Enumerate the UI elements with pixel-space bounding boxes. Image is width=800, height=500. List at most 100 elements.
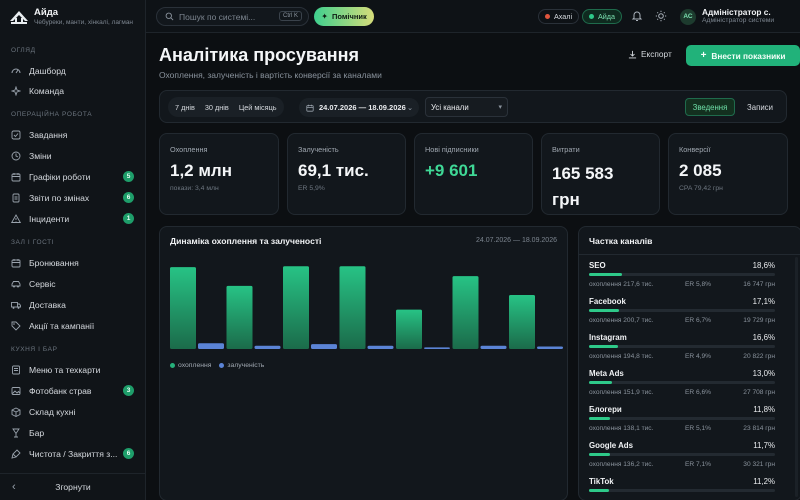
- tag-icon: [11, 321, 21, 331]
- sidebar-item-cleaning[interactable]: Чистота / Закриття з... 6: [0, 444, 146, 463]
- scrollbar[interactable]: [795, 257, 798, 497]
- sidebar-item-label: Дашборд: [29, 65, 66, 76]
- channel-reach: охоплення 200,7 тис.: [589, 317, 654, 324]
- sidebar-item-incidents[interactable]: Інциденти 1: [0, 209, 146, 228]
- assistant-button[interactable]: ✦ Помічник: [314, 7, 374, 26]
- sparkle-icon: [11, 85, 21, 96]
- bar-reach[interactable]: [509, 294, 535, 349]
- channel-row[interactable]: Google Ads 11,7% охоплення 136,2 тис. ER 7,…: [589, 441, 775, 477]
- sun-icon[interactable]: [655, 10, 667, 22]
- page-title: Аналітика просування: [159, 45, 359, 65]
- kpi-card-reach: Охоплення 1,2 млн покази: 3,4 млн: [159, 133, 279, 215]
- kpi-label: Нові підписники: [425, 145, 479, 154]
- count-badge: 1: [123, 213, 134, 224]
- channel-reach: охоплення 138,1 тис.: [589, 425, 654, 432]
- bell-icon[interactable]: [631, 10, 643, 22]
- sidebar-item-bookings[interactable]: Бронювання: [0, 253, 146, 272]
- filter-bar: 7 днів 30 днів Цей місяць 24.07.2026 — 1…: [159, 90, 787, 123]
- bar-engagement[interactable]: [198, 343, 224, 349]
- share-bar-fill: [589, 453, 610, 456]
- sidebar-item-label: Доставка: [29, 299, 66, 310]
- channel-row[interactable]: SEO 18,6% охоплення 217,6 тис. ER 5,8% 16 74…: [589, 261, 775, 297]
- divider: [579, 254, 800, 255]
- bar-reach[interactable]: [452, 276, 479, 349]
- period-selector: 7 днів 30 днів Цей місяць: [168, 97, 284, 117]
- add-metrics-button[interactable]: + Внести показники: [686, 45, 800, 66]
- kpi-subtext: ER 5,9%: [298, 185, 325, 192]
- sidebar-item-service[interactable]: Сервіс: [0, 274, 146, 293]
- date-range-picker[interactable]: 24.07.2026 — 18.09.2026 ⌄: [299, 98, 419, 117]
- bar-engagement[interactable]: [367, 345, 394, 349]
- section-overview: ОГЛЯД: [11, 47, 36, 54]
- plus-icon: +: [700, 50, 707, 61]
- bar-engagement[interactable]: [480, 345, 507, 349]
- channel-row[interactable]: Блогери 11,8% охоплення 138,1 тис. ER 5,1% 2…: [589, 405, 775, 441]
- sidebar-item-team[interactable]: Команда: [0, 81, 146, 100]
- bar-engagement[interactable]: [311, 344, 337, 349]
- channel-reach: охоплення 136,2 тис.: [589, 461, 654, 468]
- bar-engagement[interactable]: [424, 347, 450, 349]
- period-7-days[interactable]: 7 днів: [170, 99, 200, 115]
- share-bar-track: [589, 273, 775, 276]
- kpi-card-new-subscribers: Нові підписники +9 601: [414, 133, 533, 215]
- kpi-card-conversions: Конверсії 2 085 CPA 79,42 грн: [668, 133, 788, 215]
- main-content: Аналітика просування Охоплення, залучені…: [146, 33, 800, 500]
- period-this-month[interactable]: Цей місяць: [234, 99, 282, 115]
- bar-reach[interactable]: [283, 266, 309, 349]
- share-bar-track: [589, 489, 775, 492]
- channel-percent: 18,6%: [752, 261, 775, 270]
- channel-name: Блогери: [589, 405, 622, 414]
- sidebar-item-label: Інциденти: [29, 213, 70, 224]
- channel-share-title: Частка каналів: [589, 236, 653, 246]
- sidebar-item-menu[interactable]: Меню та техкарти: [0, 360, 146, 379]
- sidebar-item-schedules[interactable]: Графіки роботи 5: [0, 167, 146, 186]
- bar-reach[interactable]: [339, 266, 366, 349]
- view-records-button[interactable]: Записи: [739, 98, 781, 116]
- channel-row[interactable]: Instagram 16,6% охоплення 194,8 тис. ER 4,9…: [589, 333, 775, 369]
- channel-reach: охоплення 151,9 тис.: [589, 389, 654, 396]
- sidebar: Айда Чебуреки, манти, хінкалі, лагман ОГ…: [0, 0, 146, 500]
- bar-reach[interactable]: [396, 309, 422, 349]
- sidebar-item-shift-reports[interactable]: Звіти по змінах 6: [0, 188, 146, 207]
- channel-row[interactable]: TikTok 11,2%: [589, 477, 775, 500]
- bar-reach[interactable]: [170, 267, 196, 349]
- location-switch-akhali[interactable]: Ахалі: [538, 9, 580, 24]
- sidebar-item-dashboard[interactable]: Дашборд: [0, 61, 146, 80]
- view-summary-button[interactable]: Зведення: [685, 98, 735, 116]
- count-badge: 3: [123, 385, 134, 396]
- channel-row[interactable]: Facebook 17,1% охоплення 200,7 тис. ER 6,7%…: [589, 297, 775, 333]
- sidebar-item-shifts[interactable]: Зміни: [0, 146, 146, 165]
- bar-engagement[interactable]: [254, 345, 281, 349]
- search-shortcut: Ctrl K: [279, 11, 302, 21]
- share-bar-fill: [589, 489, 609, 492]
- report-icon: [11, 193, 21, 203]
- user-menu[interactable]: АС Адміністратор с. Адміністратор систем…: [680, 8, 774, 25]
- bar-chart: [170, 266, 563, 349]
- kpi-value: 165 583 грн: [552, 164, 614, 209]
- section-operations: ОПЕРАЦІЙНА РОБОТА: [11, 111, 93, 118]
- sidebar-item-promotions[interactable]: Акції та кампанії: [0, 316, 146, 335]
- channel-row[interactable]: Meta Ads 13,0% охоплення 151,9 тис. ER 6,6%…: [589, 369, 775, 405]
- sidebar-item-bar[interactable]: Бар: [0, 423, 146, 442]
- sidebar-item-delivery[interactable]: Доставка: [0, 295, 146, 314]
- clock-icon: [11, 151, 21, 161]
- collapse-sidebar-button[interactable]: ‹ Згорнути: [0, 473, 146, 500]
- search-input[interactable]: Пошук по системі... Ctrl K: [156, 7, 309, 26]
- kpi-label: Витрати: [552, 145, 580, 154]
- calendar-icon: [306, 104, 314, 112]
- export-button[interactable]: Експорт: [628, 49, 672, 59]
- collapse-label: Згорнути: [55, 482, 91, 492]
- channel-name: SEO: [589, 261, 606, 270]
- sidebar-item-tasks[interactable]: Завдання: [0, 125, 146, 144]
- sidebar-item-photobank[interactable]: Фотобанк страв 3: [0, 381, 146, 400]
- chart-card: Динаміка охоплення та залученості 24.07.…: [159, 226, 568, 500]
- chevron-left-icon: ‹: [12, 481, 16, 493]
- channel-select[interactable]: Усі канали ▾: [425, 97, 508, 117]
- location-switch-aida[interactable]: Айда: [582, 9, 623, 24]
- brand[interactable]: Айда Чебуреки, манти, хінкалі, лагман: [9, 7, 133, 27]
- period-30-days[interactable]: 30 днів: [200, 99, 234, 115]
- sidebar-item-kitchen-stock[interactable]: Склад кухні: [0, 402, 146, 421]
- bar-reach[interactable]: [226, 285, 253, 349]
- bar-engagement[interactable]: [537, 346, 563, 349]
- sidebar-item-label: Акції та кампанії: [29, 320, 95, 331]
